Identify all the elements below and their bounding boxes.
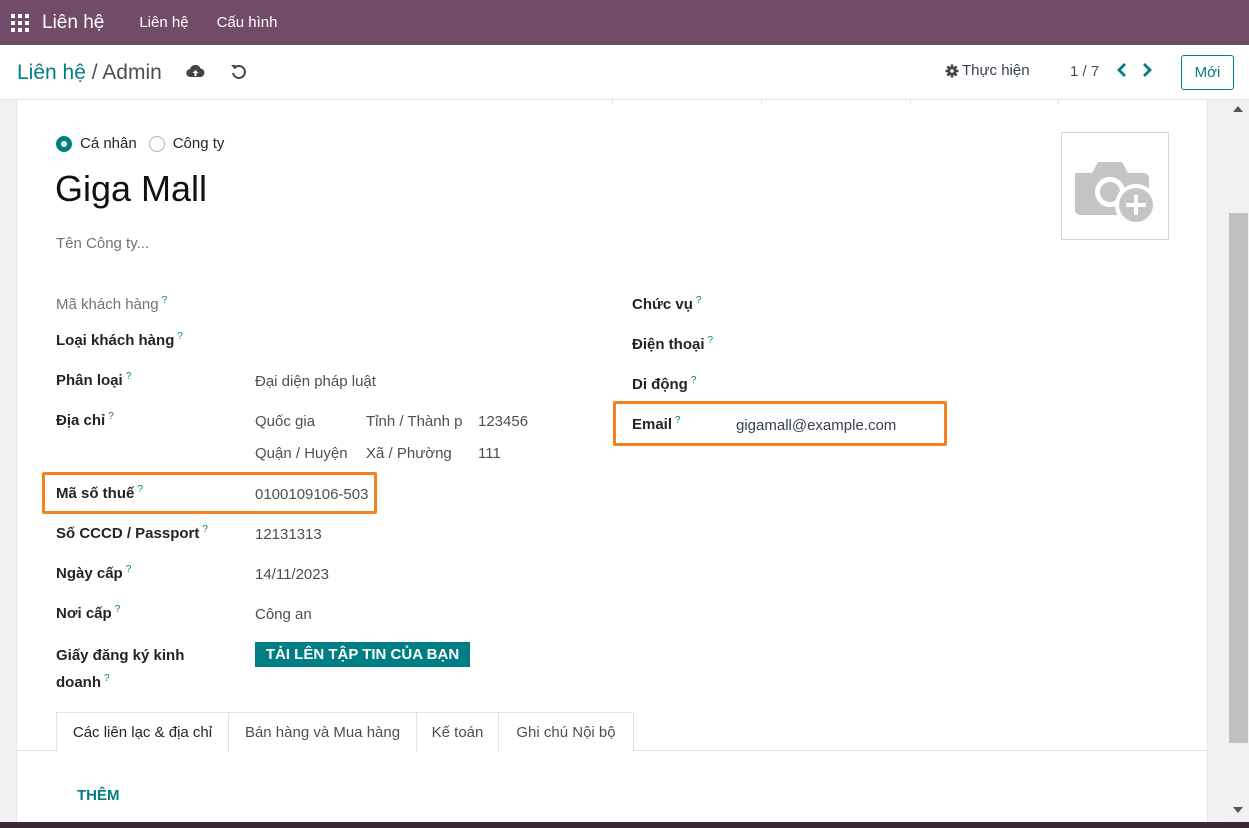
issue-date-label: Ngày cấp? (56, 564, 132, 582)
province-field[interactable]: Tỉnh / Thành p (366, 413, 462, 430)
apps-grid-icon[interactable] (11, 13, 29, 32)
top-navbar: Liên hệ Liên hệ Cấu hình (0, 0, 1249, 45)
id-number-field[interactable]: 12131313 (255, 526, 322, 543)
help-tooltip-icon[interactable]: ? (675, 415, 681, 426)
email-field[interactable]: gigamall@example.com (736, 417, 896, 434)
divider (910, 100, 911, 104)
district-field[interactable]: Quận / Huyện (255, 445, 348, 462)
issue-date-field[interactable]: 14/11/2023 (255, 566, 329, 583)
classification-field[interactable]: Đại diện pháp luật (255, 373, 376, 390)
action-menu-label: Thực hiện (962, 62, 1030, 79)
upload-file-button[interactable]: TẢI LÊN TẬP TIN CỦA BẠN (255, 642, 470, 667)
help-tooltip-icon[interactable]: ? (162, 295, 168, 306)
add-contact-button[interactable]: THÊM (77, 787, 120, 804)
menu-contacts[interactable]: Liên hệ (139, 14, 188, 31)
menu-configuration[interactable]: Cấu hình (217, 14, 278, 31)
ward-field[interactable]: Xã / Phường (366, 445, 452, 462)
tab-accounting[interactable]: Kế toán (417, 712, 499, 751)
radio-individual[interactable] (56, 135, 72, 152)
scrollbar-thumb[interactable] (1229, 213, 1248, 743)
pager-value[interactable]: 1 / 7 (1070, 63, 1099, 80)
help-tooltip-icon[interactable]: ? (177, 331, 183, 342)
tab-sales-purchase[interactable]: Bán hàng và Mua hàng (229, 712, 417, 751)
discard-undo-icon[interactable] (230, 63, 247, 80)
help-tooltip-icon[interactable]: ? (691, 375, 697, 386)
gear-icon (945, 64, 959, 77)
help-tooltip-icon[interactable]: ? (696, 295, 702, 306)
scroll-up-arrow-icon[interactable] (1233, 106, 1243, 112)
email-label: Email? (632, 415, 681, 433)
issue-place-label: Nơi cấp? (56, 604, 121, 622)
mobile-label: Di động? (632, 375, 697, 393)
tab-contacts-addresses[interactable]: Các liên lạc & địa chỉ (56, 712, 229, 752)
help-tooltip-icon[interactable]: ? (126, 371, 132, 382)
new-record-button[interactable]: Mới (1181, 55, 1234, 90)
tax-id-field[interactable]: 0100109106-503 (255, 486, 368, 503)
bottom-strip (0, 822, 1249, 828)
address-label: Địa chỉ? (56, 411, 114, 429)
help-tooltip-icon[interactable]: ? (202, 524, 208, 535)
chevron-right-icon[interactable] (1141, 62, 1153, 78)
help-tooltip-icon[interactable]: ? (108, 411, 114, 422)
business-license-label: Giấy đăng ký kinh doanh? (56, 647, 185, 691)
tab-internal-notes[interactable]: Ghi chú Nội bộ (499, 712, 634, 751)
app-brand[interactable]: Liên hệ (42, 12, 104, 34)
breadcrumb-current: Admin (102, 61, 162, 84)
help-tooltip-icon[interactable]: ? (137, 484, 143, 495)
breadcrumb: Liên hệ / Admin (17, 61, 162, 85)
camera-plus-icon (1075, 162, 1157, 226)
id-number-label: Số CCCD / Passport? (56, 524, 208, 542)
company-name-field[interactable]: Tên Công ty... (56, 235, 149, 252)
chevron-left-icon[interactable] (1116, 62, 1128, 78)
classification-label: Phân loại? (56, 371, 132, 389)
help-tooltip-icon[interactable]: ? (115, 604, 121, 615)
radio-company[interactable] (148, 135, 165, 152)
divider (612, 100, 613, 104)
breadcrumb-separator: / (91, 61, 98, 84)
scroll-down-arrow-icon[interactable] (1233, 807, 1243, 813)
radio-company-label[interactable]: Công ty (173, 135, 225, 152)
zip-field[interactable]: 123456 (478, 413, 528, 430)
issue-place-field[interactable]: Công an (255, 606, 312, 623)
customer-code-label: Mã khách hàng? (56, 295, 168, 313)
control-panel: Liên hệ / Admin Thực hiện 1 / 7 Mới (0, 45, 1249, 100)
divider (761, 100, 762, 104)
breadcrumb-parent[interactable]: Liên hệ (17, 61, 86, 84)
country-field[interactable]: Quốc gia (255, 413, 315, 430)
phone-label: Điện thoại? (632, 335, 714, 353)
tax-id-label: Mã số thuế? (56, 484, 143, 502)
radio-individual-label[interactable]: Cá nhân (80, 135, 137, 152)
street-field[interactable]: 111 (478, 445, 501, 462)
action-menu-button[interactable]: Thực hiện (945, 62, 1030, 79)
company-type-radio-group: Cá nhân Công ty (56, 135, 236, 152)
help-tooltip-icon[interactable]: ? (708, 335, 714, 346)
customer-type-label: Loại khách hàng? (56, 331, 183, 349)
avatar-upload[interactable] (1061, 132, 1169, 240)
save-cloud-icon[interactable] (186, 64, 205, 79)
divider (1058, 100, 1059, 104)
help-tooltip-icon[interactable]: ? (126, 564, 132, 575)
job-title-label: Chức vụ? (632, 295, 702, 313)
help-tooltip-icon[interactable]: ? (104, 673, 110, 684)
contact-name-field[interactable]: Giga Mall (55, 168, 207, 210)
